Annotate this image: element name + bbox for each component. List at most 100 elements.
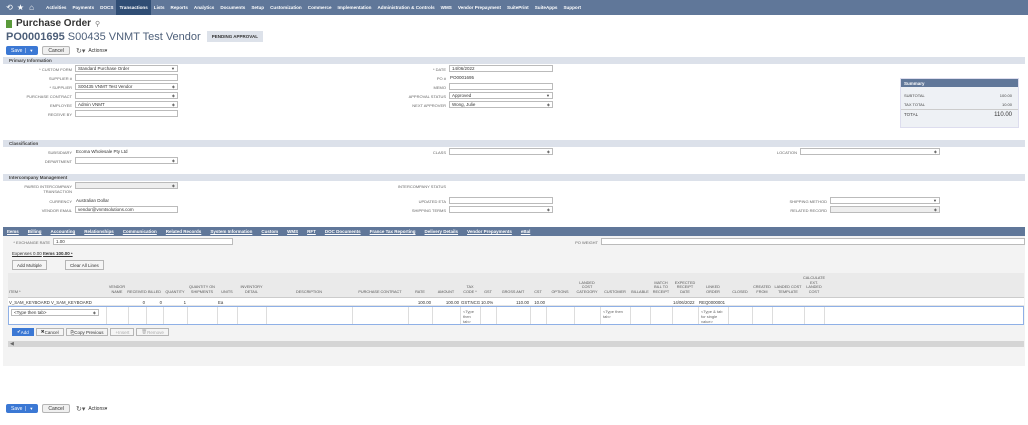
item-input[interactable]: <Type then tab> ◈ xyxy=(11,309,99,316)
tab-items[interactable]: Items 100.00 • xyxy=(43,251,73,256)
home-icon[interactable]: ⌂ xyxy=(26,3,37,12)
approval-status-select[interactable]: Approved ▼ xyxy=(449,92,553,99)
supplier-number-input[interactable] xyxy=(75,74,178,81)
shipping-method-select[interactable]: ▼ xyxy=(830,197,940,204)
entry-cell[interactable] xyxy=(673,307,699,324)
entry-cell[interactable] xyxy=(353,307,409,324)
column-header[interactable]: MATCH BILL TO RECEIPT xyxy=(650,273,672,297)
entry-cell[interactable] xyxy=(218,307,238,324)
column-header[interactable]: CUSTOMER xyxy=(600,273,630,297)
nav-item-docs[interactable]: DOCS xyxy=(97,0,116,15)
chevron-down-icon[interactable]: ▼ xyxy=(25,48,33,53)
nav-item-suiteprint[interactable]: SuitePrint xyxy=(504,0,532,15)
grid-entry-row[interactable]: <Type then tab> ◈ <Type then tab> <Type the… xyxy=(8,306,1024,325)
nav-item-setup[interactable]: Setup xyxy=(248,0,267,15)
column-header[interactable]: OPTIONS xyxy=(546,273,574,297)
purchase-contract-select[interactable]: ◈ xyxy=(75,92,178,99)
entry-cell[interactable] xyxy=(753,307,773,324)
subtab-system-information[interactable]: System Information xyxy=(210,229,252,234)
column-header[interactable]: LANDED COST TEMPLATE xyxy=(772,273,804,297)
entry-cell[interactable] xyxy=(497,307,531,324)
po-weight-input[interactable] xyxy=(601,238,1025,245)
entry-cell[interactable] xyxy=(238,307,267,324)
actions-menu-bottom[interactable]: ↻▾ Actions ▾ xyxy=(76,405,107,413)
entry-cell[interactable] xyxy=(575,307,601,324)
chevron-down-icon[interactable]: ▼ xyxy=(25,406,33,411)
entry-cell[interactable] xyxy=(547,307,575,324)
cancel-button[interactable]: Cancel xyxy=(42,46,70,55)
subtab-communication[interactable]: Communication xyxy=(123,229,157,234)
tab-expenses[interactable]: Expenses 0.00 xyxy=(12,251,42,256)
employee-select[interactable]: Admin VNMT ◈ xyxy=(75,101,178,108)
nav-item-lists[interactable]: Lists xyxy=(151,0,168,15)
column-header[interactable]: RECEIVED xyxy=(127,273,146,297)
subtab-doc-documents[interactable]: DOC Documents xyxy=(325,229,361,234)
column-header[interactable]: DESCRIPTION xyxy=(266,273,352,297)
save-button[interactable]: Save ▼ xyxy=(6,46,39,55)
subtab-wms[interactable]: WMS xyxy=(287,229,298,234)
column-header[interactable]: BILLABLE xyxy=(630,273,650,297)
entry-cell[interactable] xyxy=(107,307,129,324)
entry-cell[interactable] xyxy=(481,307,497,324)
date-input[interactable]: 14/06/2022 xyxy=(449,65,553,72)
nav-item-suiteapps[interactable]: SuiteApps xyxy=(532,0,561,15)
subtab-accounting[interactable]: Accounting xyxy=(51,229,76,234)
subtab-france-tax-reporting[interactable]: France Tax Reporting xyxy=(370,229,416,234)
column-header[interactable]: TAX CODE * xyxy=(460,273,480,297)
subtab-ebal[interactable]: eBal xyxy=(521,229,531,234)
nav-item-support[interactable]: Support xyxy=(560,0,584,15)
nav-item-wms[interactable]: WMS xyxy=(438,0,455,15)
nav-item-implementation[interactable]: Implementation xyxy=(335,0,375,15)
horizontal-scrollbar[interactable]: ◀ xyxy=(8,341,1024,347)
nav-item-analytics[interactable]: Analytics xyxy=(191,0,217,15)
column-header[interactable]: EXPECTED RECEIPT DATE xyxy=(672,273,698,297)
subtab-relationships[interactable]: Relationships xyxy=(84,229,114,234)
history-icon[interactable]: ⟲ xyxy=(4,3,15,12)
column-header[interactable]: ITEM * xyxy=(8,273,106,297)
column-header[interactable]: CREATED FROM xyxy=(752,273,772,297)
column-header[interactable]: VENDOR NAME xyxy=(106,273,128,297)
nav-item-commerce[interactable]: Commerce xyxy=(305,0,335,15)
entry-cell[interactable] xyxy=(773,307,805,324)
memo-input[interactable] xyxy=(449,83,553,90)
entry-cell[interactable] xyxy=(129,307,147,324)
entry-cell[interactable] xyxy=(433,307,461,324)
nav-item-vendor-prepayment[interactable]: Vendor Prepayment xyxy=(455,0,504,15)
clear-all-lines-button[interactable]: Clear All Lines xyxy=(65,260,104,270)
entry-cell[interactable] xyxy=(267,307,353,324)
entry-cell[interactable] xyxy=(805,307,825,324)
column-header[interactable]: CST xyxy=(530,273,546,297)
nav-item-payments[interactable]: Payments xyxy=(69,0,97,15)
nav-item-customization[interactable]: Customization xyxy=(267,0,305,15)
subtab-related-records[interactable]: Related Records xyxy=(166,229,202,234)
add-multiple-button[interactable]: Add Multiple xyxy=(12,260,47,270)
column-header[interactable]: INVENTORY DETAIL xyxy=(237,273,266,297)
next-approver-select[interactable]: Wong, Julie ◈ xyxy=(449,101,553,108)
star-icon[interactable]: ★ xyxy=(15,3,26,12)
entry-cell[interactable]: <Type then tab> xyxy=(601,307,631,324)
search-icon[interactable]: ⚲ xyxy=(95,20,100,28)
column-header[interactable]: GROSS AMT xyxy=(496,273,530,297)
column-header[interactable]: LANDED COST CATEGORY xyxy=(574,273,600,297)
receive-by-input[interactable] xyxy=(75,110,178,117)
cancel-line-button[interactable]: ✖ Cancel xyxy=(35,328,64,336)
supplier-select[interactable]: S00435 VNMT Test Vendor ◈ xyxy=(75,83,178,90)
entry-cell[interactable] xyxy=(164,307,188,324)
table-row[interactable]: V_SAM_KEYBOARD V_SAM_KEYBOARD 0 0 1 Ea 100.00… xyxy=(8,298,1024,306)
department-select[interactable]: ◈ xyxy=(75,157,178,164)
column-header[interactable]: RATE xyxy=(408,273,432,297)
location-select[interactable]: ◈ xyxy=(800,148,940,155)
copy-previous-button[interactable]: ⎘ Copy Previous xyxy=(65,328,109,336)
subtab-custom[interactable]: Custom xyxy=(261,229,278,234)
entry-cell[interactable] xyxy=(729,307,753,324)
entry-cell[interactable] xyxy=(531,307,547,324)
scroll-left-icon[interactable]: ◀ xyxy=(10,341,14,347)
subtab-rft[interactable]: RFT xyxy=(307,229,316,234)
column-header[interactable]: LINKED ORDER xyxy=(698,273,728,297)
column-header[interactable]: QUANTITY xyxy=(163,273,187,297)
nav-item-reports[interactable]: Reports xyxy=(168,0,191,15)
updated-eta-input[interactable] xyxy=(449,197,553,204)
column-header[interactable]: UNITS xyxy=(217,273,237,297)
add-line-button[interactable]: ✔ Add xyxy=(12,328,34,336)
column-header[interactable]: BILLED xyxy=(146,273,163,297)
